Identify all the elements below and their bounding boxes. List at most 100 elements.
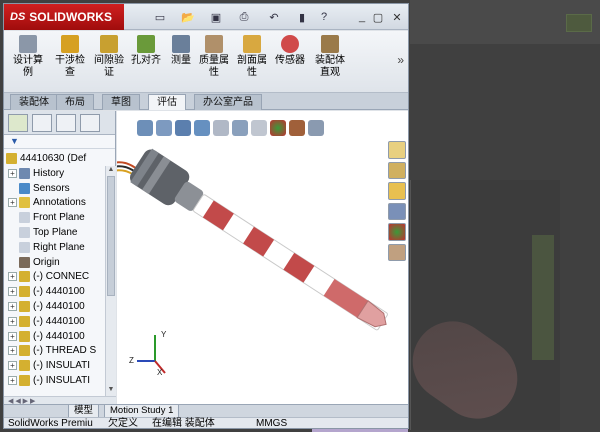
ribbon-more-chevron-icon[interactable]: » xyxy=(397,53,404,67)
tree-node[interactable]: + (-) INSULATI xyxy=(4,373,104,388)
tree-node[interactable]: Sensors xyxy=(4,181,104,196)
model-view: Y Z X xyxy=(117,148,388,377)
clearance-verification-button[interactable]: 间隙验 证 xyxy=(90,35,128,91)
tree-root[interactable]: 44410630 (Def xyxy=(6,151,86,166)
tree-node[interactable]: + (-) 4440100 xyxy=(4,329,104,344)
expand-icon[interactable]: + xyxy=(8,302,17,312)
tree-node[interactable]: + (-) THREAD S xyxy=(4,344,104,359)
tree-node-label: (-) 4440100 xyxy=(33,301,85,313)
solidworks-resources-icon[interactable] xyxy=(388,141,406,159)
property-manager-tab-icon[interactable] xyxy=(32,114,52,132)
mass-properties-button[interactable]: 质量属 性 xyxy=(196,35,232,91)
tree-node[interactable]: + (-) CONNEC xyxy=(4,270,104,285)
mass-props-label: 质量属 性 xyxy=(199,55,229,78)
tree-node[interactable]: + (-) 4440100 xyxy=(4,314,104,329)
brand-name: SOLIDWORKS xyxy=(29,10,112,24)
expand-icon[interactable]: + xyxy=(8,331,17,341)
expand-icon[interactable]: + xyxy=(8,376,17,386)
feature-tree-tab-icon[interactable] xyxy=(8,114,28,132)
tree-node-icon xyxy=(19,330,30,342)
assembly-visualization-button[interactable]: 装配体 直观 xyxy=(310,35,350,91)
tree-node-label: History xyxy=(33,167,65,179)
tab-office-products[interactable]: 办公室产品 xyxy=(194,94,262,110)
tree-node-icon xyxy=(19,286,30,298)
undo-icon[interactable]: ↶ xyxy=(266,9,282,25)
expand-icon[interactable]: + xyxy=(8,346,17,356)
tree-node[interactable]: Origin xyxy=(4,255,104,270)
tree-node[interactable]: + History xyxy=(4,166,104,181)
svg-text:Z: Z xyxy=(129,356,134,365)
interference-label: 干涉检 查 xyxy=(55,55,85,78)
tree-node[interactable]: + (-) INSULATI xyxy=(4,358,104,373)
tree-node-label: Origin xyxy=(33,256,60,268)
tree-node-icon xyxy=(19,256,30,268)
tab-assembly[interactable]: 装配体 xyxy=(10,94,58,110)
graphics-area[interactable]: Y Z X xyxy=(117,111,408,404)
sensor-button[interactable]: 传感器 xyxy=(272,35,308,91)
print-icon[interactable]: ⎙ xyxy=(236,9,252,25)
command-manager: 设计算 例 干涉检 查 间隙验 证 孔对齐 测量 质量属 性 剖面属 性 传感器… xyxy=(4,31,408,93)
tab-evaluate[interactable]: 评估 xyxy=(148,94,186,110)
tree-filter[interactable]: ▼ xyxy=(4,135,115,149)
hole-align-label: 孔对齐 xyxy=(131,55,161,66)
command-tabs: 装配体 布局 草图 评估 办公室产品 xyxy=(4,93,408,110)
scroll-up-arrow-icon[interactable]: ▲ xyxy=(106,166,116,176)
section-props-label: 剖面属 性 xyxy=(237,55,267,78)
tree-node[interactable]: Right Plane xyxy=(4,240,104,255)
expand-icon[interactable]: + xyxy=(8,316,17,326)
tree-node-label: Right Plane xyxy=(33,241,85,253)
tab-sketch[interactable]: 草图 xyxy=(102,94,140,110)
interference-check-button[interactable]: 干涉检 查 xyxy=(52,35,88,91)
appearances-icon[interactable] xyxy=(388,223,406,241)
tree-node[interactable]: + Annotations xyxy=(4,196,104,211)
background-sidebar xyxy=(532,235,554,360)
section-properties-button[interactable]: 剖面属 性 xyxy=(234,35,270,91)
expand-icon[interactable]: + xyxy=(8,361,17,371)
design-library-icon[interactable] xyxy=(388,161,406,179)
minimize-icon[interactable]: _ xyxy=(354,9,370,25)
sensor-label: 传感器 xyxy=(275,55,305,66)
restore-icon[interactable]: ▢ xyxy=(370,9,386,25)
custom-properties-icon[interactable] xyxy=(388,243,406,261)
tree-scrollbar[interactable]: ▲ ▼ xyxy=(105,166,116,396)
expand-icon[interactable]: + xyxy=(8,198,17,208)
expand-icon[interactable]: + xyxy=(8,287,17,297)
tree-node[interactable]: + (-) 4440100 xyxy=(4,299,104,314)
assembly-visual-label: 装配体 直观 xyxy=(315,55,345,78)
tree-node-label: (-) INSULATI xyxy=(33,375,91,387)
tree-node-label: Sensors xyxy=(33,182,70,194)
tree-node-label: (-) THREAD S xyxy=(33,345,97,357)
file-explorer-icon[interactable] xyxy=(388,182,406,200)
tree-node[interactable]: Front Plane xyxy=(4,210,104,225)
tree-node-icon xyxy=(19,212,30,224)
measure-button[interactable]: 测量 xyxy=(166,35,196,91)
new-icon[interactable]: ▭ xyxy=(152,9,168,25)
open-icon[interactable]: 📂 xyxy=(180,9,196,25)
scroll-down-arrow-icon[interactable]: ▼ xyxy=(106,386,116,396)
search-icon[interactable] xyxy=(388,202,406,220)
design-study-button[interactable]: 设计算 例 xyxy=(8,35,48,91)
title-bar: DS SOLIDWORKS ▭ 📂 ▣ ⎙ ↶ ▮ ? _ ▢ ✕ xyxy=(4,4,408,30)
clearance-label: 间隙验 证 xyxy=(94,55,124,78)
close-icon[interactable]: ✕ xyxy=(389,9,405,25)
feature-tree: + History Sensors + Annotations Front Plane To… xyxy=(4,166,104,406)
solidworks-logo[interactable]: DS SOLIDWORKS xyxy=(4,4,124,30)
rebuild-icon[interactable]: ▮ xyxy=(294,9,310,25)
status-units[interactable]: MMGS xyxy=(256,418,287,428)
tree-node[interactable]: Top Plane xyxy=(4,225,104,240)
configuration-manager-tab-icon[interactable] xyxy=(56,114,76,132)
expand-icon[interactable]: + xyxy=(8,168,17,178)
expand-icon[interactable]: + xyxy=(8,272,17,282)
tree-node[interactable]: + (-) 4440100 xyxy=(4,284,104,299)
display-manager-tab-icon[interactable] xyxy=(80,114,100,132)
tab-layout[interactable]: 布局 xyxy=(56,94,94,110)
scroll-thumb[interactable] xyxy=(107,176,115,296)
filter-icon[interactable]: ▼ xyxy=(10,136,19,146)
svg-text:X: X xyxy=(157,368,163,377)
design-study-icon xyxy=(19,35,37,53)
save-icon[interactable]: ▣ xyxy=(208,9,224,25)
hole-alignment-button[interactable]: 孔对齐 xyxy=(128,35,164,91)
help-icon[interactable]: ? xyxy=(316,9,332,25)
tree-node-label: Front Plane xyxy=(33,212,85,224)
task-pane xyxy=(388,141,406,261)
